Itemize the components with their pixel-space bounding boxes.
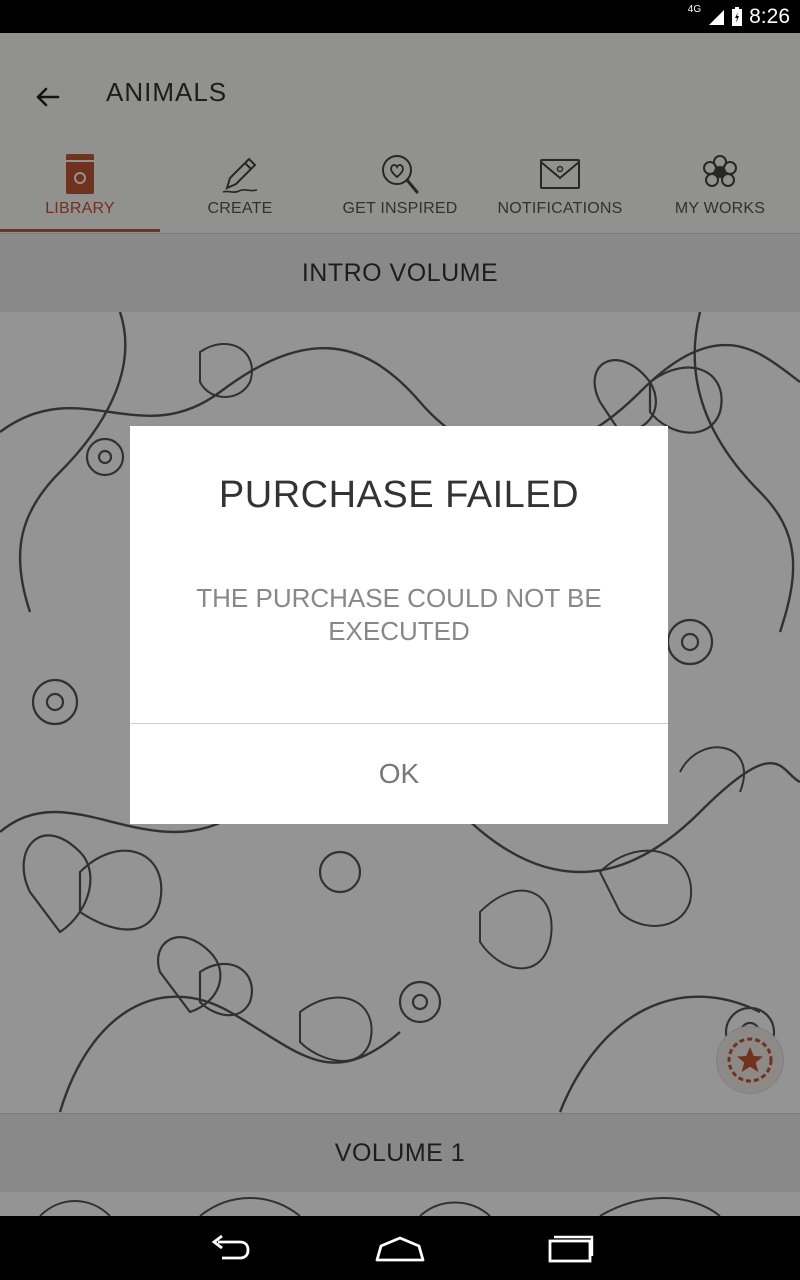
recents-icon bbox=[548, 1235, 594, 1263]
ok-button[interactable]: OK bbox=[130, 724, 668, 824]
network-label: 4G bbox=[687, 4, 702, 15]
dialog-message: THE PURCHASE COULD NOT BE EXECUTED bbox=[196, 583, 602, 646]
home-icon bbox=[375, 1236, 425, 1262]
nav-back-button[interactable] bbox=[200, 1228, 260, 1268]
purchase-failed-dialog: PURCHASE FAILED THE PURCHASE COULD NOT B… bbox=[130, 426, 668, 824]
clock: 8:26 bbox=[749, 4, 790, 28]
dialog-title: PURCHASE FAILED bbox=[218, 474, 580, 516]
signal-icon bbox=[709, 9, 725, 25]
nav-recents-button[interactable] bbox=[540, 1228, 600, 1268]
nav-home-button[interactable] bbox=[370, 1228, 430, 1268]
status-bar: 4G 8:26 bbox=[0, 0, 800, 33]
back-icon bbox=[211, 1234, 250, 1260]
battery-icon bbox=[732, 6, 743, 26]
system-nav-bar bbox=[0, 1216, 800, 1280]
